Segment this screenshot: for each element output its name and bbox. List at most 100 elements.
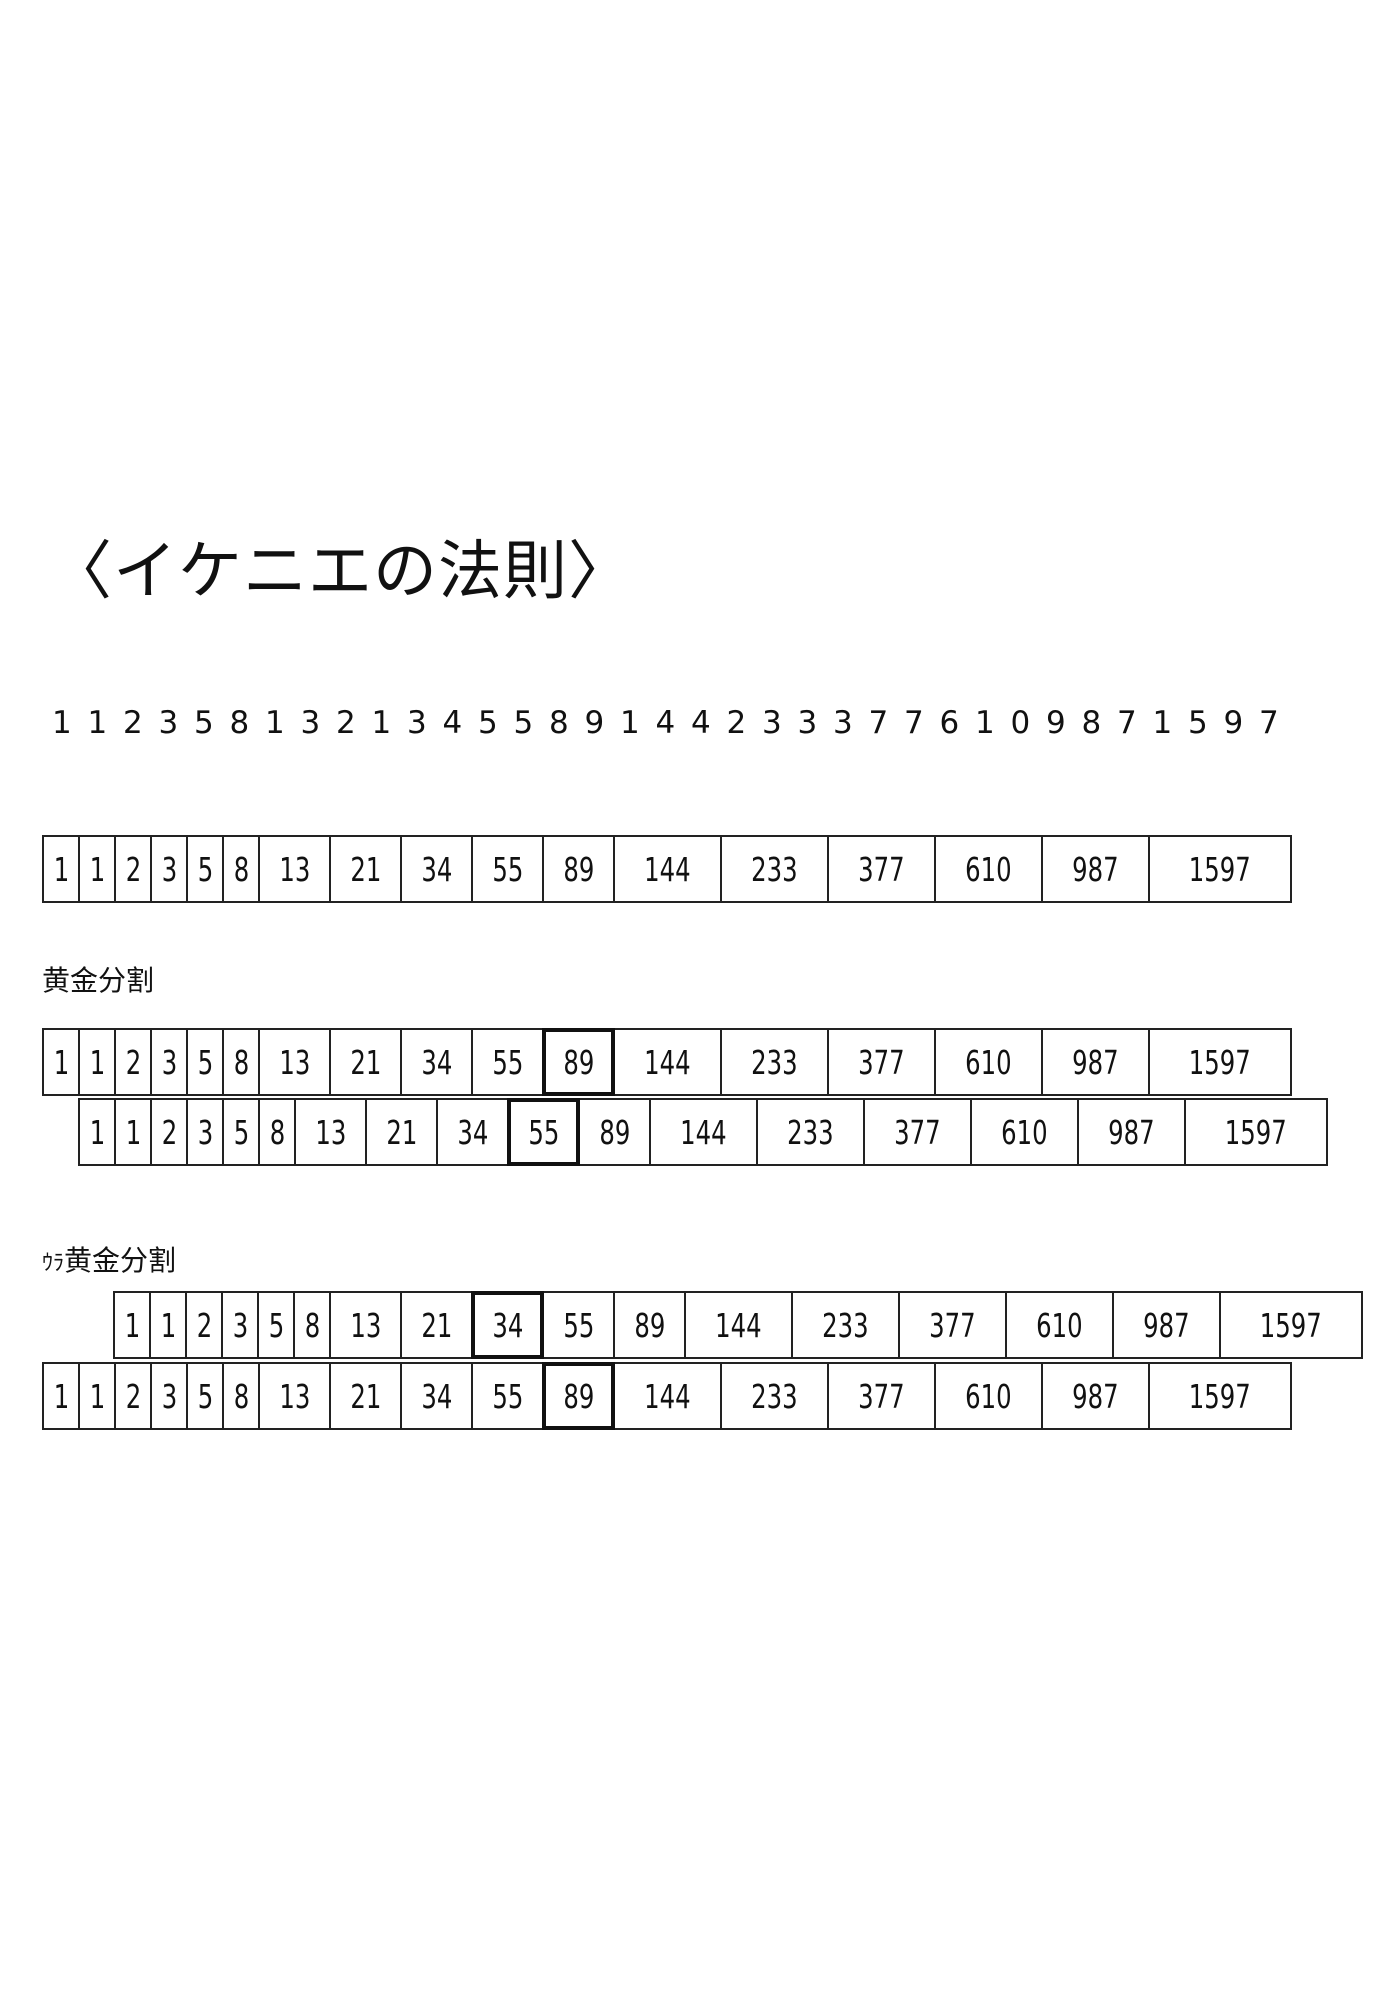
cell-value: 1597 xyxy=(1189,1042,1251,1082)
fibonacci-cell: 55 xyxy=(471,1362,544,1430)
digit: 7 xyxy=(904,705,924,741)
fibonacci-cell: 144 xyxy=(613,835,722,903)
cell-value: 1597 xyxy=(1189,1376,1251,1416)
digit: 3 xyxy=(300,705,321,741)
fibonacci-cell: 1 xyxy=(114,1098,152,1166)
cell-value: 2 xyxy=(125,849,141,889)
fibonacci-cell: 34 xyxy=(400,835,473,903)
digit: 1 xyxy=(87,705,108,741)
cell-value: 144 xyxy=(644,1376,691,1416)
digit: 3 xyxy=(833,705,853,741)
fibonacci-cell: 1 xyxy=(42,1362,80,1430)
fibonacci-cell: 1597 xyxy=(1219,1291,1363,1359)
cell-value: 3 xyxy=(161,1376,177,1416)
fibonacci-cell: 8 xyxy=(258,1098,296,1166)
cell-value: 3 xyxy=(232,1305,248,1345)
fibonacci-cell: 987 xyxy=(1041,835,1150,903)
cell-value: 144 xyxy=(680,1112,727,1152)
golden-ratio-label-text: 黄金分割 xyxy=(42,964,155,997)
fibonacci-cell: 144 xyxy=(649,1098,758,1166)
cell-value: 233 xyxy=(822,1305,869,1345)
fibonacci-cell: 13 xyxy=(258,835,331,903)
cell-value: 13 xyxy=(315,1112,346,1152)
cell-value: 55 xyxy=(492,1376,523,1416)
digit: 2 xyxy=(726,705,747,741)
cell-value: 3 xyxy=(161,1042,177,1082)
fibonacci-cell: 1597 xyxy=(1148,835,1292,903)
fibonacci-cell: 34 xyxy=(400,1028,473,1096)
fibonacci-cell: 21 xyxy=(329,1028,402,1096)
digit: 2 xyxy=(123,705,143,741)
golden-ratio-label: 黄金分割 xyxy=(42,967,154,995)
fibonacci-cell: 21 xyxy=(400,1291,473,1359)
cell-value: 34 xyxy=(457,1112,488,1152)
digit: 3 xyxy=(407,705,427,741)
cell-value: 2 xyxy=(196,1305,212,1345)
cell-value: 233 xyxy=(751,1042,798,1082)
digit: 9 xyxy=(1223,705,1244,741)
digit: 1 xyxy=(620,705,640,741)
fibonacci-cell: 1 xyxy=(42,1028,80,1096)
fibonacci-cell: 8 xyxy=(222,835,260,903)
fibonacci-cell: 144 xyxy=(613,1028,722,1096)
fibonacci-cell: 55 xyxy=(542,1291,615,1359)
fibonacci-cell: 377 xyxy=(827,835,936,903)
cell-value: 5 xyxy=(197,1042,213,1082)
fibonacci-cell: 5 xyxy=(186,1362,224,1430)
cell-value: 1597 xyxy=(1260,1305,1322,1345)
cell-value: 2 xyxy=(125,1042,141,1082)
cell-value: 5 xyxy=(268,1305,284,1345)
cell-value: 13 xyxy=(279,1376,310,1416)
cell-value: 987 xyxy=(1072,1376,1119,1416)
fibonacci-cell: 5 xyxy=(186,1028,224,1096)
cell-value: 5 xyxy=(197,849,213,889)
digit: 1 xyxy=(265,705,285,741)
cell-value: 610 xyxy=(1036,1305,1083,1345)
ura-prefix: ｳﾗ xyxy=(42,1251,65,1276)
cell-value: 1 xyxy=(124,1305,140,1345)
fibonacci-cell: 1 xyxy=(42,835,80,903)
digit: 8 xyxy=(229,705,250,741)
cell-value: 1 xyxy=(53,1376,69,1416)
cell-value: 8 xyxy=(233,1376,249,1416)
cell-value: 1 xyxy=(125,1112,141,1152)
fibonacci-strip-base: 1 1 2 3 5 8 13 21 34 55 89 144 233 377 610 987 1597 xyxy=(42,835,1292,903)
cell-value: 89 xyxy=(563,1376,594,1416)
fibonacci-cell: 89 xyxy=(542,835,615,903)
cell-value: 1 xyxy=(89,1112,105,1152)
fibonacci-cell: 1 xyxy=(78,1362,116,1430)
fibonacci-cell: 5 xyxy=(186,835,224,903)
fibonacci-cell: 55 xyxy=(471,835,544,903)
fibonacci-cell: 233 xyxy=(791,1291,900,1359)
fibonacci-cell: 89 xyxy=(613,1291,686,1359)
cell-value: 1 xyxy=(160,1305,176,1345)
fibonacci-cell: 34 xyxy=(436,1098,509,1166)
fibonacci-cell: 3 xyxy=(150,1028,188,1096)
cell-value: 13 xyxy=(279,849,310,889)
fibonacci-cell: 1 xyxy=(78,1028,116,1096)
digit: 5 xyxy=(194,705,214,741)
fibonacci-cell: 2 xyxy=(114,1028,152,1096)
cell-value: 610 xyxy=(965,1376,1012,1416)
cell-value: 21 xyxy=(421,1305,452,1345)
fibonacci-cell: 233 xyxy=(720,1362,829,1430)
fibonacci-cell: 1597 xyxy=(1148,1028,1292,1096)
cell-value: 2 xyxy=(161,1112,177,1152)
cell-value: 610 xyxy=(965,1042,1012,1082)
fibonacci-cell: 5 xyxy=(257,1291,295,1359)
digit: 1 xyxy=(1152,705,1173,741)
fibonacci-strip-golden-top: 1 1 2 3 5 8 13 21 34 55 89 144 233 377 610 987 1597 xyxy=(42,1028,1292,1096)
cell-value: 21 xyxy=(350,849,381,889)
fibonacci-cell: 13 xyxy=(258,1028,331,1096)
fibonacci-cell: 1 xyxy=(78,1098,116,1166)
cell-value: 377 xyxy=(858,1042,905,1082)
cell-value: 377 xyxy=(858,849,905,889)
digit: 7 xyxy=(1117,705,1137,741)
digit: 4 xyxy=(691,705,711,741)
cell-value: 5 xyxy=(197,1376,213,1416)
fibonacci-cell: 1 xyxy=(78,835,116,903)
fibonacci-cell: 8 xyxy=(293,1291,331,1359)
cell-value: 1 xyxy=(89,849,105,889)
cell-value: 1 xyxy=(53,1042,69,1082)
digit: 2 xyxy=(336,705,356,741)
